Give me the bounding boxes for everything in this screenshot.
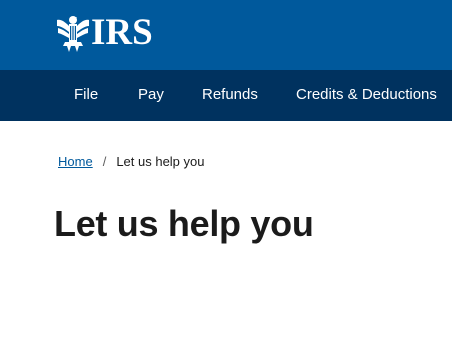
nav-item-pay[interactable]: Pay [138,70,164,121]
site-header: IRS [0,0,452,70]
nav-item-refunds[interactable]: Refunds [202,70,258,121]
irs-logo-link[interactable]: IRS [55,14,153,52]
main-nav: File Pay Refunds Credits & Deductions [0,70,452,121]
nav-item-credits-deductions[interactable]: Credits & Deductions [296,70,437,121]
breadcrumb: Home / Let us help you [58,153,205,171]
breadcrumb-separator: / [102,154,107,169]
logo-text: IRS [91,12,153,53]
nav-item-file[interactable]: File [74,70,98,121]
breadcrumb-home-link[interactable]: Home [58,153,93,171]
breadcrumb-current: Let us help you [116,154,205,169]
eagle-emblem-icon [57,16,89,52]
page-title: Let us help you [54,203,314,244]
